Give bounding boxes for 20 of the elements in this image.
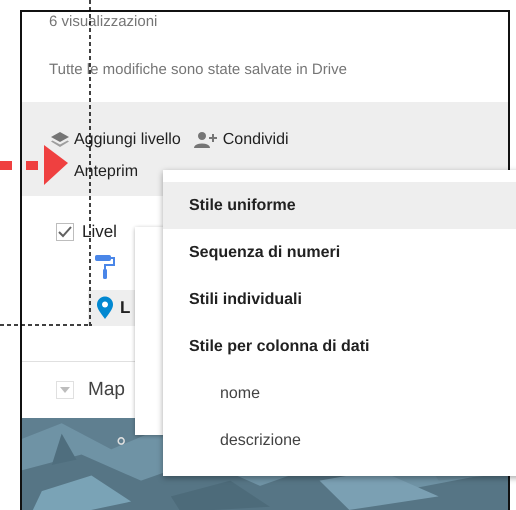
style-option[interactable]: Stile uniforme [163,182,516,229]
preview-button[interactable]: Anteprim [74,163,138,181]
add-person-icon [192,131,219,149]
column-option[interactable]: nome [163,370,516,417]
layers-icon [50,131,70,149]
style-option[interactable]: Stili individuali [163,276,516,323]
pointer-arrow [0,143,68,187]
base-map-label[interactable]: Map [88,379,125,401]
paint-roller-icon[interactable] [94,254,116,280]
layer-title[interactable]: Livel [82,222,117,242]
add-layer-button[interactable]: Aggiungi livello [50,131,181,149]
style-option[interactable]: Sequenza di numeri [163,229,516,276]
checked-checkbox[interactable] [56,223,74,241]
save-status: Tutte le modifiche sono state salvate in Drive [48,60,348,80]
column-option[interactable]: descrizione [163,417,516,464]
share-button[interactable]: Condividi [192,131,289,149]
dropdown-icon[interactable] [56,381,74,399]
style-option[interactable]: Stile per colonna di dati [163,323,516,370]
pin-icon [96,296,114,320]
views-count: 6 visualizzazioni [48,12,158,32]
